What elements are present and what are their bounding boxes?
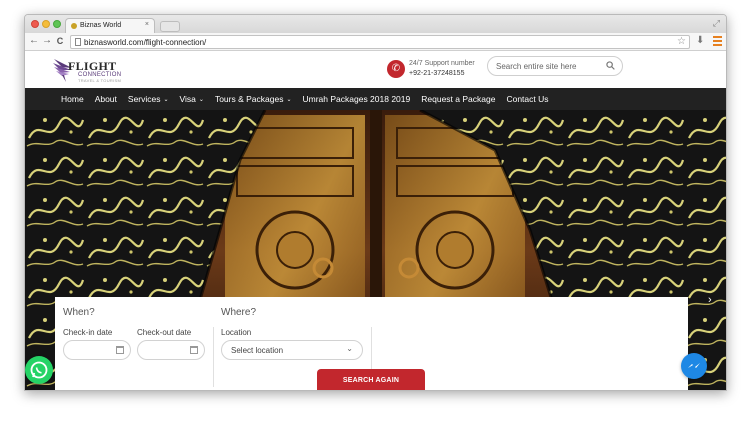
reload-button[interactable]: C: [54, 36, 66, 46]
minimize-window-button[interactable]: [42, 20, 50, 28]
site-logo[interactable]: FLIGHT CONNECTION TRAVEL & TOURISM: [52, 55, 132, 83]
chevron-down-icon: ⌄: [163, 97, 169, 103]
back-button[interactable]: ←: [28, 35, 40, 46]
location-select[interactable]: Select location ⌄: [221, 340, 363, 360]
browser-toolbar: ← → C biznasworld.com/flight-connection/…: [25, 33, 726, 51]
menu-icon[interactable]: [713, 36, 722, 48]
chevron-down-icon: ⌄: [198, 97, 204, 103]
nav-item-home[interactable]: Home: [61, 88, 84, 110]
chevron-down-icon: ⌄: [286, 97, 292, 103]
nav-item-services[interactable]: Services ⌄: [128, 88, 169, 110]
location-select-value: Select location: [231, 346, 284, 355]
main-nav: Home About Services ⌄ Visa ⌄ Tours & Packa…: [25, 88, 726, 110]
close-window-button[interactable]: [31, 20, 39, 28]
favicon-icon: [71, 23, 77, 29]
browser-window: Biznas World × ⤢ ← → C biznasworld.com/f…: [24, 14, 727, 391]
phone-icon: ✆: [387, 60, 405, 78]
calendar-icon[interactable]: [190, 346, 198, 354]
forward-button[interactable]: →: [41, 35, 53, 46]
booking-search-panel: When? Where? Check-in date Check-out dat…: [55, 297, 688, 390]
search-input[interactable]: [496, 60, 600, 72]
nav-item-umrah-packages[interactable]: Umrah Packages 2018 2019: [303, 88, 411, 110]
bookmark-star-icon[interactable]: ☆: [677, 36, 686, 47]
new-tab-button[interactable]: [160, 21, 180, 32]
search-icon[interactable]: [606, 61, 615, 70]
tab-close-icon[interactable]: ×: [145, 21, 149, 28]
support-number[interactable]: +92-21-37248155: [409, 70, 464, 77]
page-icon: [75, 38, 81, 46]
chevron-down-icon: ⌄: [346, 344, 353, 353]
nav-item-contact[interactable]: Contact Us: [506, 88, 548, 110]
when-heading: When?: [63, 307, 95, 318]
tab-title: Biznas World: [80, 22, 122, 29]
address-bar[interactable]: biznasworld.com/flight-connection/ ☆: [70, 35, 690, 49]
location-label: Location: [221, 328, 252, 337]
where-heading: Where?: [221, 307, 257, 318]
search-again-button[interactable]: SEARCH AGAIN: [317, 369, 425, 390]
whatsapp-icon: [30, 361, 48, 379]
support-contact: ✆ 24/7 Support number +92-21-37248155: [387, 59, 487, 81]
messenger-chat-button[interactable]: [681, 353, 707, 379]
extension-icon[interactable]: ⬇: [696, 35, 704, 46]
nav-item-tours-packages[interactable]: Tours & Packages ⌄: [215, 88, 292, 110]
checkout-label: Check-out date: [137, 328, 192, 337]
calendar-icon[interactable]: [116, 346, 124, 354]
browser-tab[interactable]: Biznas World ×: [65, 18, 155, 33]
site-header: FLIGHT CONNECTION TRAVEL & TOURISM ✆ 24/…: [25, 52, 726, 88]
site-search: [487, 56, 623, 76]
whatsapp-chat-button[interactable]: [25, 356, 53, 384]
fullscreen-icon[interactable]: ⤢: [713, 18, 720, 29]
nav-item-visa[interactable]: Visa ⌄: [180, 88, 204, 110]
maximize-window-button[interactable]: [53, 20, 61, 28]
nav-item-request-package[interactable]: Request a Package: [421, 88, 495, 110]
field-divider: [213, 327, 214, 387]
logo-tagline: TRAVEL & TOURISM: [78, 78, 122, 83]
support-label: 24/7 Support number: [409, 60, 475, 67]
checkin-label: Check-in date: [63, 328, 113, 337]
checkin-date-input[interactable]: [63, 340, 131, 360]
checkout-date-input[interactable]: [137, 340, 205, 360]
messenger-icon: [688, 363, 700, 368]
slider-next-arrow[interactable]: ›: [708, 294, 712, 306]
browser-titlebar: Biznas World × ⤢: [25, 15, 726, 33]
url-text: biznasworld.com/flight-connection/: [84, 38, 207, 47]
nav-item-about[interactable]: About: [95, 88, 117, 110]
nav-list: Home About Services ⌄ Visa ⌄ Tours & Packa…: [61, 88, 560, 110]
